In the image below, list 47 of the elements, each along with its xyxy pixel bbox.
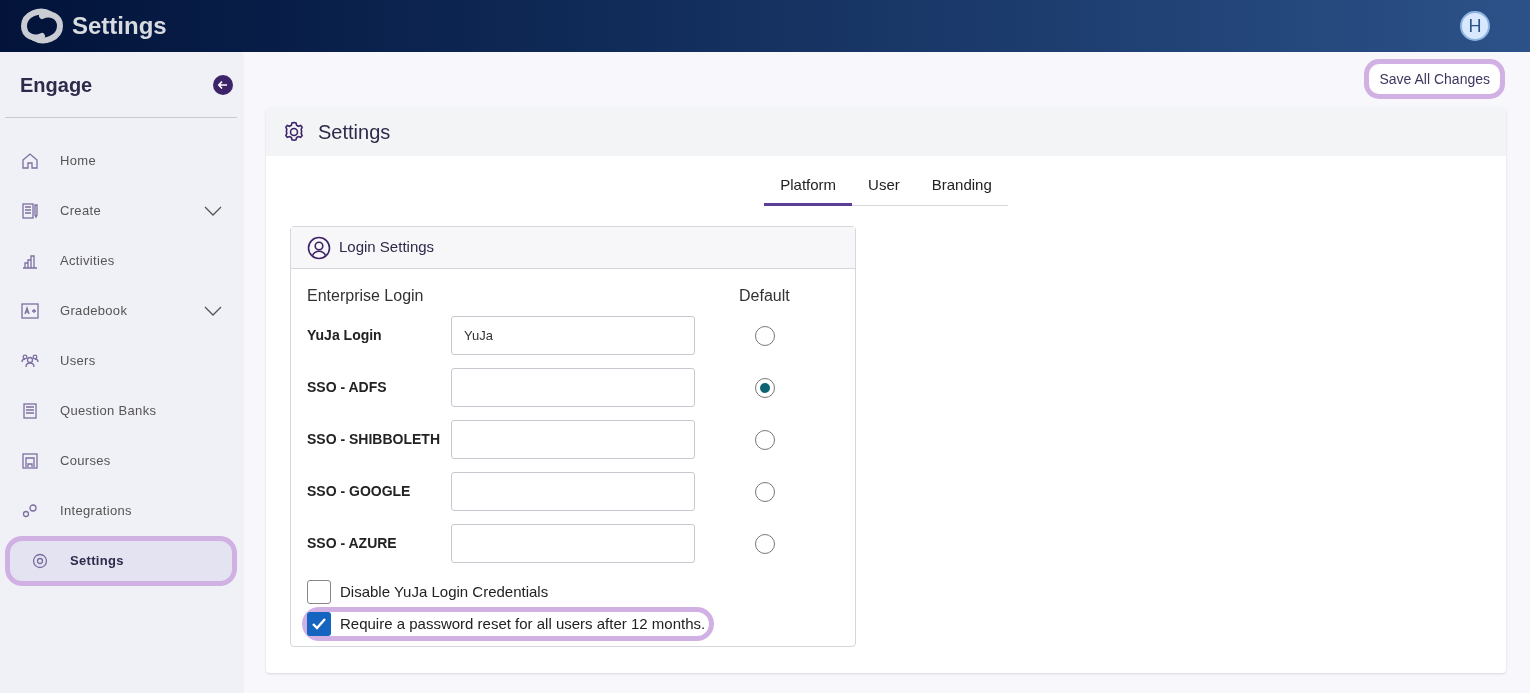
login-label: SSO - AZURE	[307, 534, 398, 553]
login-label: SSO - GOOGLE	[307, 482, 412, 501]
tab[interactable]: Branding	[915, 168, 1008, 206]
login-name-field[interactable]	[451, 524, 695, 563]
tab[interactable]: User	[852, 168, 916, 206]
sidebar-title: Engage	[20, 72, 93, 98]
login-name-field[interactable]	[451, 472, 695, 511]
user-avatar[interactable]: H	[1460, 11, 1490, 41]
chevron-down-icon	[204, 306, 222, 316]
user-icon	[307, 235, 331, 260]
column-header: Default	[739, 286, 790, 306]
sidebar-item[interactable]: Integrations	[0, 491, 232, 531]
tab[interactable]: Platform	[764, 168, 853, 206]
login-label: YuJa Login	[307, 326, 383, 345]
login-label: SSO - SHIBBOLETH	[307, 430, 441, 449]
list-icon	[20, 401, 40, 421]
panel-title: Settings	[318, 120, 391, 145]
chevron-down-icon	[204, 206, 222, 216]
sidebar-item[interactable]: Home	[0, 141, 232, 181]
sidebar-item[interactable]: Gradebook	[0, 291, 232, 331]
sidebar-item[interactable]: Question Banks	[0, 391, 232, 431]
create-icon	[20, 201, 40, 221]
card-title: Login Settings	[339, 237, 435, 258]
courses-icon	[20, 451, 40, 471]
login-name-field[interactable]	[451, 420, 695, 459]
settings-icon	[282, 120, 306, 144]
checkbox-option[interactable]: Disable YuJa Login Credentials	[307, 580, 553, 604]
default-radio[interactable]	[755, 481, 775, 502]
column-header: Enterprise Login	[307, 286, 425, 306]
login-name-field[interactable]: YuJa	[451, 316, 695, 355]
grade-icon	[20, 301, 40, 321]
default-radio[interactable]	[755, 533, 775, 554]
sidebar-item[interactable]: Users	[0, 341, 232, 381]
default-radio[interactable]	[755, 429, 775, 450]
home-icon	[20, 151, 40, 171]
app-title: Settings	[72, 11, 167, 41]
gear-icon	[30, 551, 50, 571]
sidebar-item[interactable]: Create	[0, 191, 232, 231]
arrow-left-icon	[217, 78, 229, 91]
logo-icon	[20, 8, 64, 44]
sidebar-item[interactable]: Courses	[0, 441, 232, 481]
default-radio[interactable]	[755, 377, 775, 398]
sidebar-item[interactable]: Activities	[0, 241, 232, 281]
default-radio[interactable]	[755, 325, 775, 346]
login-name-field[interactable]	[451, 368, 695, 407]
login-label: SSO - ADFS	[307, 378, 388, 397]
collapse-button[interactable]	[213, 74, 233, 95]
